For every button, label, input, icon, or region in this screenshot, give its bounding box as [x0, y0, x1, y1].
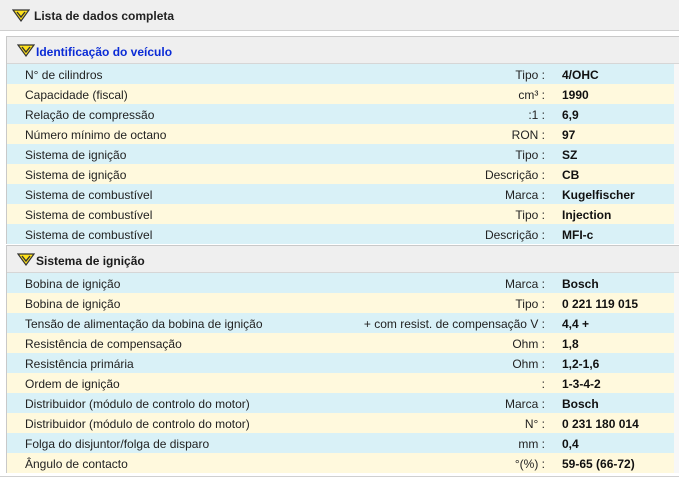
- data-row: Bobina de ignição Tipo : 0 221 119 015: [7, 293, 674, 313]
- data-row: Bobina de ignição Marca : Bosch: [7, 273, 674, 293]
- row-value: SZ: [562, 148, 578, 162]
- row-value: MFI-c: [562, 228, 594, 242]
- row-label: Distribuidor (módulo de controlo do moto…: [25, 397, 250, 411]
- data-row: Relação de compressão :1 : 6,9: [7, 104, 674, 124]
- chevron-down-icon[interactable]: [17, 44, 35, 58]
- row-unit: °(%) :: [514, 457, 545, 471]
- row-label: Resistência de compensação: [25, 337, 182, 351]
- row-unit: Ohm :: [512, 357, 545, 371]
- row-label: Tensão de alimentação da bobina de igniç…: [25, 317, 263, 331]
- row-label: Resistência primária: [25, 357, 134, 371]
- row-label: Ordem de ignição: [25, 377, 120, 391]
- row-label: Sistema de ignição: [25, 148, 127, 162]
- data-row: Sistema de combustível Descrição : MFI-c: [7, 224, 674, 244]
- row-unit: Tipo :: [515, 208, 545, 222]
- row-value: Kugelfischer: [562, 188, 635, 202]
- data-row: Distribuidor (módulo de controlo do moto…: [7, 393, 674, 413]
- row-unit: Marca :: [504, 277, 545, 291]
- row-unit: Descrição :: [484, 228, 545, 242]
- data-row: Número mínimo de octano RON : 97: [7, 124, 674, 144]
- row-label: Sistema de combustível: [25, 188, 153, 202]
- data-list: N° de cilindros Tipo : 4/OHC Capacidade (f…: [7, 64, 679, 244]
- bottom-divider: [0, 476, 679, 482]
- row-label: Ângulo de contacto: [25, 457, 128, 471]
- section-title: Identificação do veículo: [36, 45, 173, 59]
- row-value: 97: [562, 128, 576, 142]
- row-unit: Tipo :: [515, 68, 545, 82]
- chevron-down-icon[interactable]: [17, 253, 35, 267]
- data-row: Sistema de combustível Marca : Kugelfische…: [7, 184, 674, 204]
- page-title: Lista de dados completa: [34, 9, 175, 23]
- data-row: Tensão de alimentação da bobina de igniç…: [7, 313, 674, 333]
- row-label: Relação de compressão: [25, 108, 155, 122]
- row-value: 1-3-4-2: [562, 377, 601, 391]
- row-value: Bosch: [562, 277, 599, 291]
- section-header[interactable]: Sistema de ignição: [7, 245, 679, 273]
- row-label: Sistema de combustível: [25, 208, 153, 222]
- row-unit: Tipo :: [515, 148, 545, 162]
- data-row: Distribuidor (módulo de controlo do moto…: [7, 413, 674, 433]
- row-value: Bosch: [562, 397, 599, 411]
- section-header[interactable]: Identificação do veículo: [7, 36, 679, 64]
- row-unit: Descrição :: [484, 168, 545, 182]
- row-label: Bobina de ignição: [25, 297, 121, 311]
- data-row: Resistência de compensação Ohm : 1,8: [7, 333, 674, 353]
- chevron-down-icon[interactable]: [12, 9, 30, 23]
- row-label: Bobina de ignição: [25, 277, 121, 291]
- row-value: 0 221 119 015: [562, 297, 639, 311]
- section-vehicle-identification: Identificação do veículo N° de cilindros…: [6, 36, 679, 244]
- row-unit: Ohm :: [512, 337, 545, 351]
- row-value: 59-65 (66-72): [562, 457, 635, 471]
- row-label: Distribuidor (módulo de controlo do moto…: [25, 417, 250, 431]
- row-value: 4/OHC: [562, 68, 599, 82]
- data-row: Sistema de combustível Tipo : Injection: [7, 204, 674, 224]
- data-row: Ordem de ignição: 1-3-4-2: [7, 373, 674, 393]
- main-header[interactable]: Lista de dados completa: [0, 0, 679, 31]
- section-ignition-system: Sistema de ignição Bobina de ignição Marc…: [6, 245, 679, 473]
- data-row: Folga do disjuntor/folga de disparo mm : 0…: [7, 433, 674, 453]
- data-row: Resistência primária Ohm : 1,2-1,6: [7, 353, 674, 373]
- row-value: Injection: [562, 208, 612, 222]
- row-value: 4,4 +: [562, 317, 590, 331]
- data-row: Ângulo de contacto °(%) : 59-65 (66-72): [7, 453, 674, 473]
- row-value: 0,4: [562, 437, 579, 451]
- data-row: N° de cilindros Tipo : 4/OHC: [7, 64, 674, 84]
- row-unit: + com resist. de compensação V :: [363, 317, 545, 331]
- row-value: 6,9: [562, 108, 579, 122]
- row-unit: RON :: [511, 128, 545, 142]
- row-unit: Marca :: [504, 188, 545, 202]
- row-label: Capacidade (fiscal): [25, 88, 128, 102]
- data-list: Bobina de ignição Marca : Bosch Bobina de …: [7, 273, 679, 473]
- row-unit: :: [541, 377, 545, 391]
- row-unit: N° :: [524, 417, 545, 431]
- data-row: Sistema de ignição Descrição : CB: [7, 164, 674, 184]
- row-value: 1,2-1,6: [562, 357, 600, 371]
- data-row: Capacidade (fiscal) cm³ : 1990: [7, 84, 674, 104]
- row-label: Folga do disjuntor/folga de disparo: [25, 437, 210, 451]
- row-unit: mm :: [518, 437, 545, 451]
- row-label: Sistema de combustível: [25, 228, 153, 242]
- data-row: Sistema de ignição Tipo : SZ: [7, 144, 674, 164]
- row-value: 0 231 180 014: [562, 417, 639, 431]
- row-unit: Marca :: [504, 397, 545, 411]
- row-unit: cm³ :: [518, 88, 545, 102]
- row-value: CB: [562, 168, 580, 182]
- row-label: N° de cilindros: [25, 68, 103, 82]
- row-label: Sistema de ignição: [25, 168, 127, 182]
- row-value: 1990: [562, 88, 589, 102]
- row-value: 1,8: [562, 337, 579, 351]
- row-unit: :1 :: [528, 108, 545, 122]
- row-label: Número mínimo de octano: [25, 128, 167, 142]
- row-unit: Tipo :: [515, 297, 545, 311]
- section-title: Sistema de ignição: [36, 254, 145, 268]
